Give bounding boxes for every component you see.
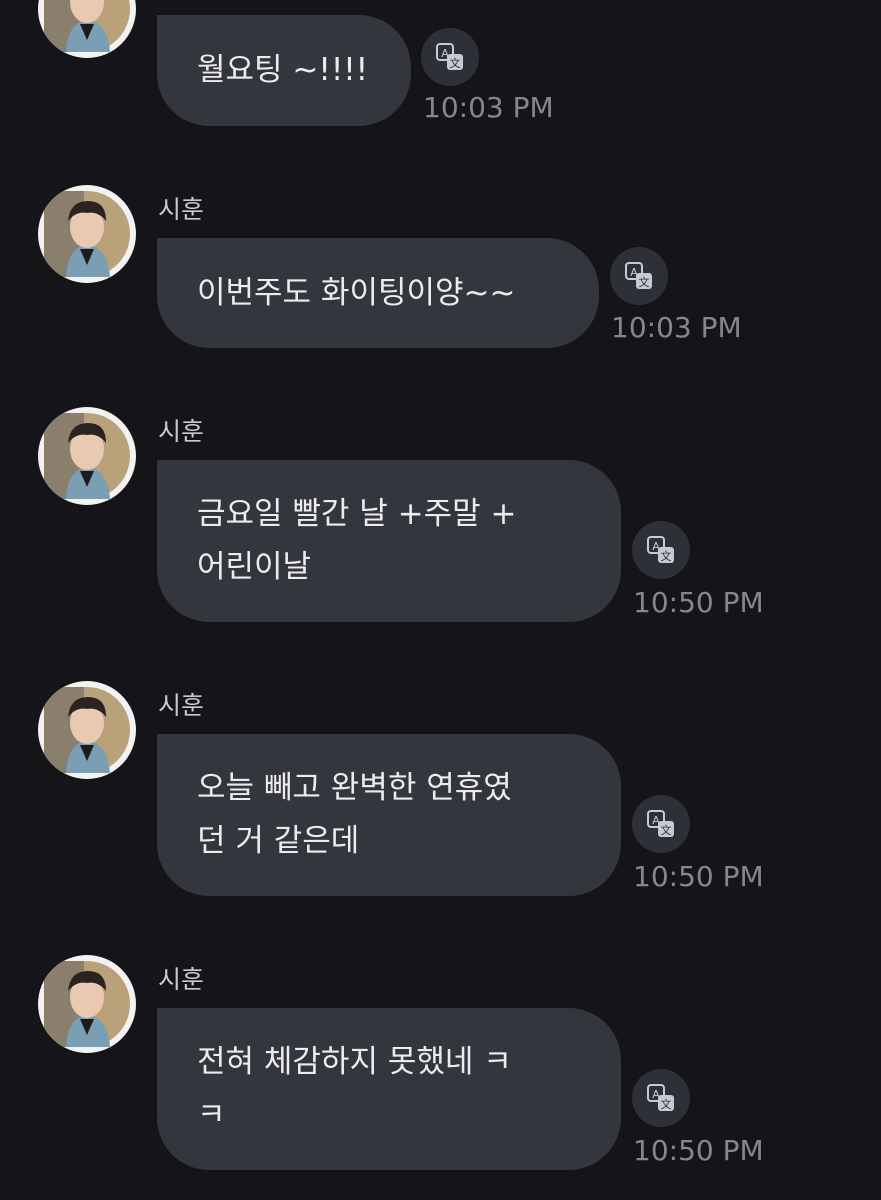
translate-icon: A 文 [647, 536, 674, 563]
sender-name: 시훈 [158, 965, 205, 994]
message-bubble[interactable]: 이번주도 화이팅이양~~ [157, 238, 599, 348]
translate-button[interactable]: A 文 [632, 795, 690, 853]
profile-photo [44, 687, 130, 773]
svg-text:文: 文 [661, 549, 672, 563]
translate-button[interactable]: A 文 [421, 28, 479, 86]
translate-icon: A 文 [436, 43, 463, 70]
message-timestamp: 10:03 PM [423, 91, 554, 124]
svg-text:文: 文 [661, 1097, 672, 1111]
avatar[interactable] [38, 955, 136, 1053]
message-row: 시훈 전혀 체감하지 못했네 ㅋ ㅋ A 文 10:50 PM [0, 955, 881, 1180]
sender-name: 시훈 [158, 195, 205, 224]
avatar[interactable] [38, 681, 136, 779]
translate-button[interactable]: A 文 [632, 521, 690, 579]
sender-name: 시훈 [158, 691, 205, 720]
avatar[interactable] [38, 407, 136, 505]
message-timestamp: 10:50 PM [633, 1134, 764, 1167]
avatar[interactable] [38, 0, 136, 58]
profile-photo [44, 961, 130, 1047]
avatar[interactable] [38, 185, 136, 283]
message-bubble[interactable]: 월요팅 ~!!!! [157, 15, 411, 126]
profile-photo [44, 0, 130, 52]
message-text: 월요팅 ~!!!! [197, 52, 369, 88]
svg-text:文: 文 [639, 275, 650, 289]
message-text: 전혀 체감하지 못했네 ㅋ ㅋ [197, 1044, 512, 1133]
translate-icon: A 文 [647, 810, 674, 837]
chat-thread: 월요팅 ~!!!! A 文 10:03 PM 시훈 이번주도 화이팅이양~~ A… [0, 0, 881, 1200]
translate-button[interactable]: A 文 [632, 1069, 690, 1127]
translate-icon: A 文 [647, 1084, 674, 1111]
svg-text:文: 文 [450, 56, 461, 70]
translate-icon: A 文 [625, 262, 652, 289]
message-bubble[interactable]: 금요일 빨간 날 +주말 + 어린이날 [157, 460, 621, 622]
message-row: 시훈 오늘 빼고 완벽한 연휴였 던 거 같은데 A 文 10:50 PM [0, 681, 881, 901]
message-text: 오늘 빼고 완벽한 연휴였 던 거 같은데 [197, 770, 512, 859]
message-timestamp: 10:50 PM [633, 586, 764, 619]
message-bubble[interactable]: 전혀 체감하지 못했네 ㅋ ㅋ [157, 1008, 621, 1170]
svg-text:文: 文 [661, 823, 672, 837]
message-text: 이번주도 화이팅이양~~ [197, 274, 516, 311]
profile-photo [44, 191, 130, 277]
message-timestamp: 10:03 PM [611, 311, 742, 344]
translate-button[interactable]: A 文 [610, 247, 668, 305]
message-row: 월요팅 ~!!!! A 文 10:03 PM [0, 0, 881, 130]
message-row: 시훈 금요일 빨간 날 +주말 + 어린이날 A 文 10:50 PM [0, 407, 881, 627]
message-text: 금요일 빨간 날 +주말 + 어린이날 [197, 496, 517, 585]
profile-photo [44, 413, 130, 499]
message-bubble[interactable]: 오늘 빼고 완벽한 연휴였 던 거 같은데 [157, 734, 621, 896]
message-timestamp: 10:50 PM [633, 860, 764, 893]
message-row: 시훈 이번주도 화이팅이양~~ A 文 10:03 PM [0, 185, 881, 350]
sender-name: 시훈 [158, 417, 205, 446]
